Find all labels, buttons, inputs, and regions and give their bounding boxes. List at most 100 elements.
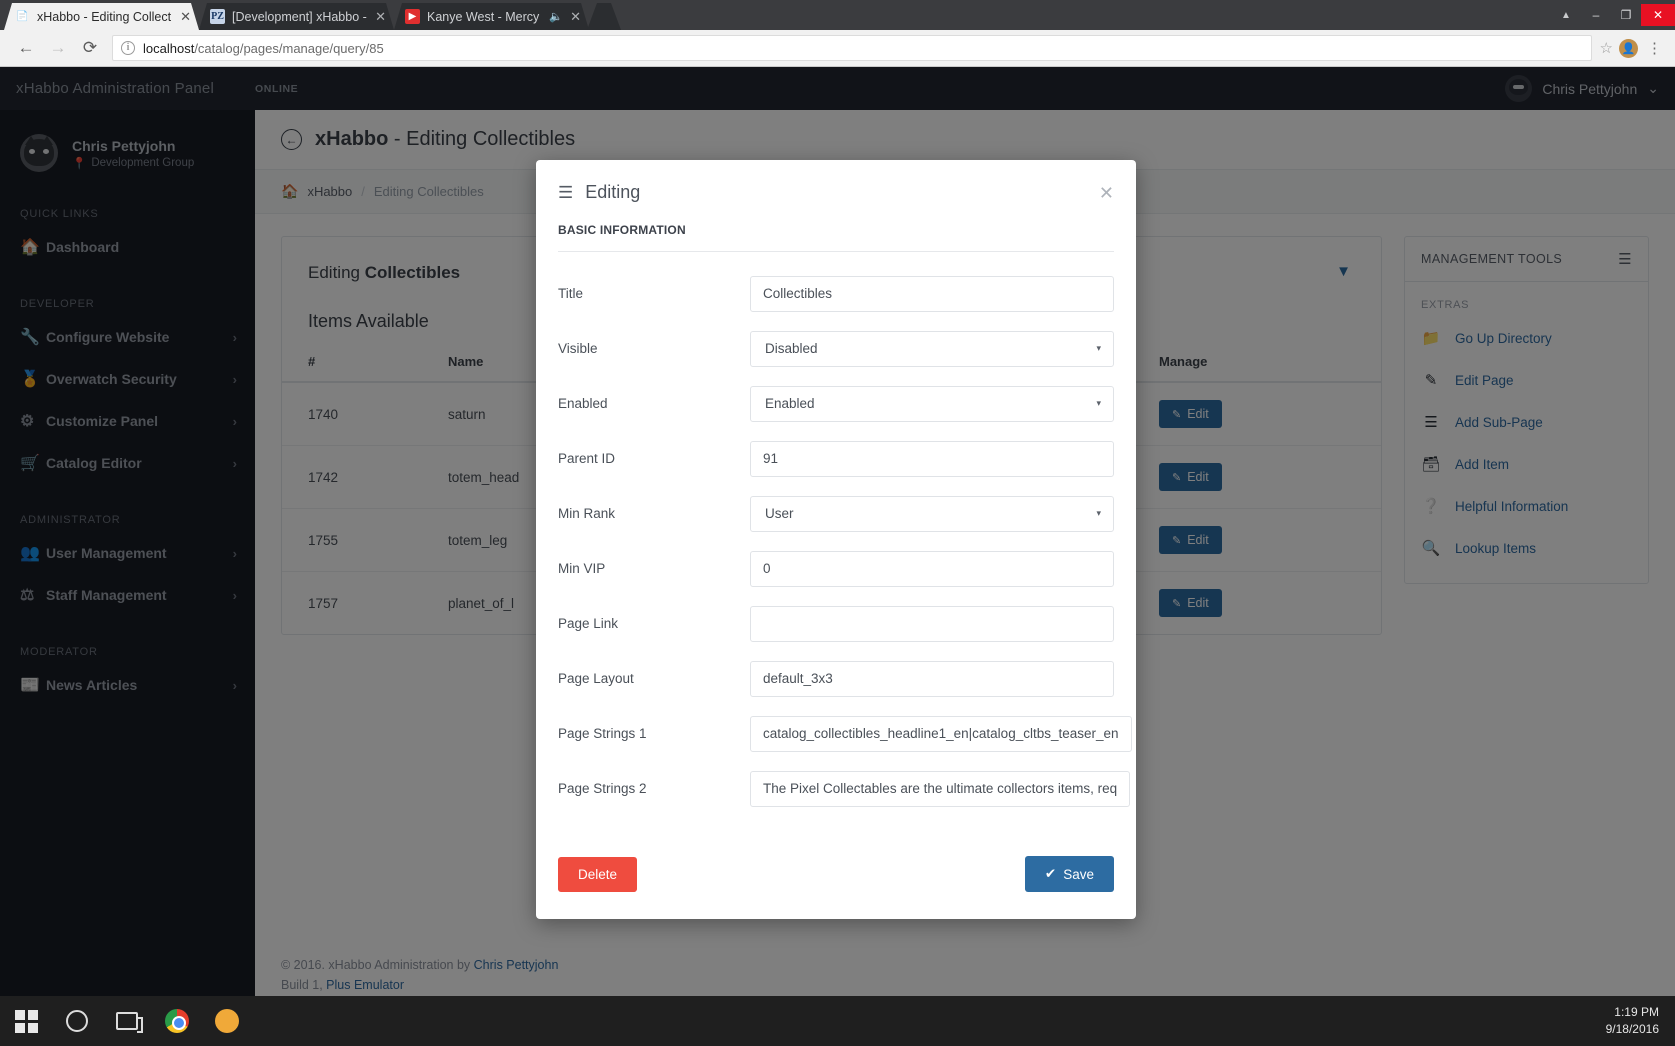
hamburger-icon[interactable]: ☰ — [558, 183, 573, 203]
parent-id-input[interactable]: 91 — [750, 440, 1114, 477]
bookmark-star-icon[interactable]: ☆ — [1600, 39, 1613, 57]
avatar[interactable]: 👤 — [1619, 38, 1638, 58]
field-label: Page Strings 1 — [558, 726, 647, 741]
check-icon: ✔ — [1044, 866, 1057, 881]
windows-logo-icon — [14, 1009, 38, 1033]
enabled-select[interactable]: Enabled ▾ — [750, 385, 1114, 422]
close-icon[interactable]: ✕ — [180, 9, 191, 25]
maximize-button[interactable]: ❐ — [1611, 4, 1641, 26]
forward-button-icon[interactable]: → — [42, 34, 74, 62]
chrome-icon — [165, 1009, 189, 1033]
cortana-circle-icon — [66, 1010, 88, 1032]
modal-section-title: BASIC INFORMATION — [558, 223, 686, 237]
min-rank-select[interactable]: User ▾ — [750, 495, 1114, 532]
chevron-down-icon: ▾ — [1096, 508, 1101, 518]
page-strings-2-input[interactable]: The Pixel Collectables are the ultimate … — [750, 770, 1131, 807]
reload-button-icon[interactable]: ⟳ — [74, 34, 106, 62]
blue-app-icon: PZ — [211, 11, 224, 22]
browser-chrome: 📄 xHabbo - Editing Collect ✕ PZ [Develop… — [0, 0, 1675, 67]
save-button[interactable]: ✔ Save — [1024, 856, 1114, 892]
min-vip-input[interactable]: 0 — [750, 550, 1114, 587]
window-restore-icon[interactable]: ▲ — [1551, 4, 1581, 26]
enabled-select-value: Enabled — [765, 396, 815, 411]
taskbar-app-chrome[interactable] — [152, 996, 202, 1046]
modal-form: Title Collectibles Visible Disabled ▾ En… — [536, 252, 1136, 816]
address-bar[interactable]: i localhost/catalog/pages/manage/query/8… — [112, 35, 1592, 61]
visible-select[interactable]: Disabled ▾ — [750, 330, 1114, 367]
min-rank-select-value: User — [765, 506, 794, 521]
field-row-title: Title Collectibles — [558, 266, 1114, 321]
document-icon: 📄 — [16, 11, 29, 22]
field-label: Enabled — [558, 396, 608, 411]
chevron-down-icon: ▾ — [1096, 343, 1101, 353]
browser-tabstrip: 📄 xHabbo - Editing Collect ✕ PZ [Develop… — [0, 0, 1675, 30]
clock-time: 1:19 PM — [1614, 1005, 1659, 1019]
site-info-icon[interactable]: i — [121, 41, 135, 55]
clock[interactable]: 1:19 PM 9/18/2016 — [1606, 1004, 1675, 1038]
tab-title: Kanye West - Mercy ( — [427, 9, 543, 24]
browser-tab-0[interactable]: 📄 xHabbo - Editing Collect ✕ — [4, 3, 199, 30]
field-control: Disabled ▾ — [750, 330, 1114, 367]
taskbar-app-duck[interactable] — [202, 996, 252, 1046]
save-button-label: Save — [1063, 866, 1094, 882]
minimize-button[interactable]: – — [1581, 4, 1611, 26]
url-path: /catalog/pages/manage/query/85 — [194, 40, 384, 56]
field-label: Visible — [558, 341, 598, 356]
browser-tab-1[interactable]: PZ [Development] xHabbo - ✕ — [199, 3, 394, 30]
cortana-search-button[interactable] — [52, 996, 102, 1046]
field-row-parent-id: Parent ID 91 — [558, 431, 1114, 486]
mute-icon[interactable]: 🔈 — [549, 10, 563, 23]
visible-select-value: Disabled — [765, 341, 818, 356]
delete-button[interactable]: Delete — [558, 856, 638, 892]
field-control: 91 — [750, 440, 1114, 477]
field-control: catalog_collectibles_headline1_en|catalo… — [750, 715, 1132, 752]
duck-icon — [215, 1009, 239, 1033]
close-window-button[interactable]: ✕ — [1641, 4, 1675, 26]
windows-taskbar: 1:19 PM 9/18/2016 — [0, 996, 1675, 1046]
field-label: Min VIP — [558, 561, 606, 576]
back-button-icon[interactable]: ← — [10, 34, 42, 62]
title-input[interactable]: Collectibles — [750, 275, 1114, 312]
field-row-page-link: Page Link — [558, 596, 1114, 651]
field-control: Collectibles — [750, 275, 1114, 312]
start-button[interactable] — [0, 1009, 52, 1033]
task-view-icon — [116, 1012, 143, 1033]
field-control: The Pixel Collectables are the ultimate … — [750, 770, 1131, 807]
task-view-button[interactable] — [102, 996, 152, 1046]
browser-omnibar: ← → ⟳ i localhost/catalog/pages/manage/q… — [0, 30, 1675, 67]
youtube-icon: ▶ — [405, 9, 420, 24]
page-layout-input[interactable]: default_3x3 — [750, 660, 1114, 697]
field-row-min-rank: Min Rank User ▾ — [558, 486, 1114, 541]
close-icon[interactable]: ✕ — [1099, 184, 1114, 202]
tab-title: xHabbo - Editing Collect — [37, 9, 172, 24]
new-tab-button[interactable] — [587, 3, 621, 30]
app-viewport: xHabbo Administration Panel ONLINE Chris… — [0, 67, 1675, 1015]
close-icon[interactable]: ✕ — [570, 9, 581, 25]
field-control: Enabled ▾ — [750, 385, 1114, 422]
omnibar-right-controls: ☆ 👤 ⋮ — [1596, 38, 1665, 58]
close-icon[interactable]: ✕ — [375, 9, 386, 25]
page-strings-1-input[interactable]: catalog_collectibles_headline1_en|catalo… — [750, 715, 1132, 752]
url-host: localhost — [143, 40, 195, 56]
field-row-enabled: Enabled Enabled ▾ — [558, 376, 1114, 431]
field-row-min-vip: Min VIP 0 — [558, 541, 1114, 596]
field-label: Title — [558, 286, 584, 301]
field-control: default_3x3 — [750, 660, 1114, 697]
url-text: localhost/catalog/pages/manage/query/85 — [143, 41, 384, 56]
field-row-page-layout: Page Layout default_3x3 — [558, 651, 1114, 706]
editing-modal: ☰ Editing ✕ BASIC INFORMATION Title Coll… — [536, 160, 1136, 919]
field-label: Page Strings 2 — [558, 781, 647, 796]
page-link-input[interactable] — [750, 605, 1114, 642]
modal-title: Editing — [585, 182, 641, 202]
browser-menu-icon[interactable]: ⋮ — [1644, 39, 1665, 57]
browser-tab-2[interactable]: ▶ Kanye West - Mercy ( 🔈 ✕ — [394, 3, 589, 30]
field-label: Min Rank — [558, 506, 616, 521]
field-label: Page Layout — [558, 671, 634, 686]
modal-header: ☰ Editing ✕ — [536, 160, 1136, 203]
field-control — [750, 605, 1114, 642]
field-row-visible: Visible Disabled ▾ — [558, 321, 1114, 376]
field-label: Parent ID — [558, 451, 616, 466]
window-controls: ▲ – ❐ ✕ — [1551, 0, 1675, 30]
field-row-page-strings-1: Page Strings 1 catalog_collectibles_head… — [558, 706, 1132, 761]
field-row-page-strings-2: Page Strings 2 The Pixel Collectables ar… — [558, 761, 1131, 816]
